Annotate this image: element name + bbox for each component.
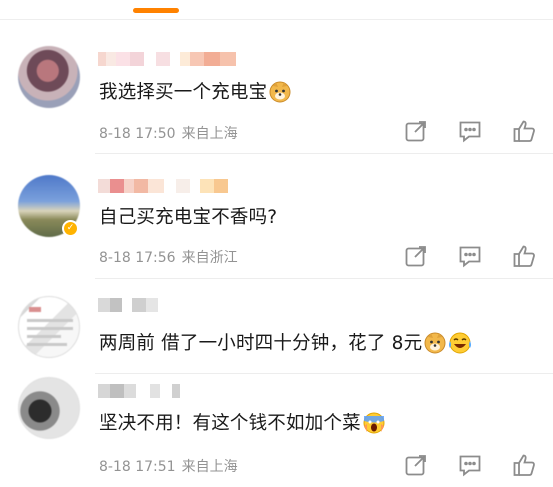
comment-meta: 8-18 17:50 来自上海 [99,123,238,143]
comment-item-1: 我选择买一个充电宝 8-18 17:50 来自上海 [0,20,553,153]
comment-location: 来自上海 [181,459,238,475]
doge-emoji [424,332,446,359]
share-icon[interactable] [403,452,429,478]
comment-actions [393,243,553,271]
like-icon[interactable] [511,243,537,269]
like-icon[interactable] [511,118,537,144]
share-icon[interactable] [403,118,429,144]
username-blurred[interactable] [98,298,158,312]
user-avatar[interactable] [18,296,80,358]
scream-emoji [363,412,385,439]
comment-time: 8-18 17:50 [99,126,176,142]
username-blurred[interactable] [98,384,180,398]
active-tab-indicator [133,8,179,13]
like-icon[interactable] [511,452,537,478]
comment-text: 两周前 借了一小时四十分钟，花了 8元 [99,329,472,359]
comment-location: 来自上海 [181,126,238,142]
comment-text: 坚决不用！有这个钱不如加个菜 [99,409,385,439]
user-avatar[interactable] [18,377,80,439]
comment-text: 我选择买一个充电宝 [99,78,291,108]
verified-badge-icon: ✓ [62,220,79,237]
comment-meta: 8-18 17:51 来自上海 [99,456,238,476]
comment-item-4: 坚决不用！有这个钱不如加个菜 8-18 17:51 来自上海 [0,374,553,487]
comment-actions [393,118,553,146]
comment-meta: 8-18 17:56 来自浙江 [99,247,238,267]
laugh-cry-emoji [448,332,472,359]
reply-icon[interactable] [457,452,483,478]
username-blurred[interactable] [98,52,236,66]
comment-text: 自己买充电宝不香吗? [99,207,278,228]
comment-time: 8-18 17:56 [99,250,176,266]
share-icon[interactable] [403,243,429,269]
comment-location: 来自浙江 [181,250,238,266]
user-avatar[interactable] [18,46,80,108]
comment-time: 8-18 17:51 [99,459,176,475]
username-blurred[interactable] [98,179,228,193]
comment-item-2: ✓ 自己买充电宝不香吗? 8-18 17:56 来自浙江 [0,154,553,278]
doge-emoji [269,81,291,108]
comment-actions [393,452,553,480]
reply-icon[interactable] [457,243,483,269]
reply-icon[interactable] [457,118,483,144]
comment-item-3: 两周前 借了一小时四十分钟，花了 8元 [0,279,553,373]
